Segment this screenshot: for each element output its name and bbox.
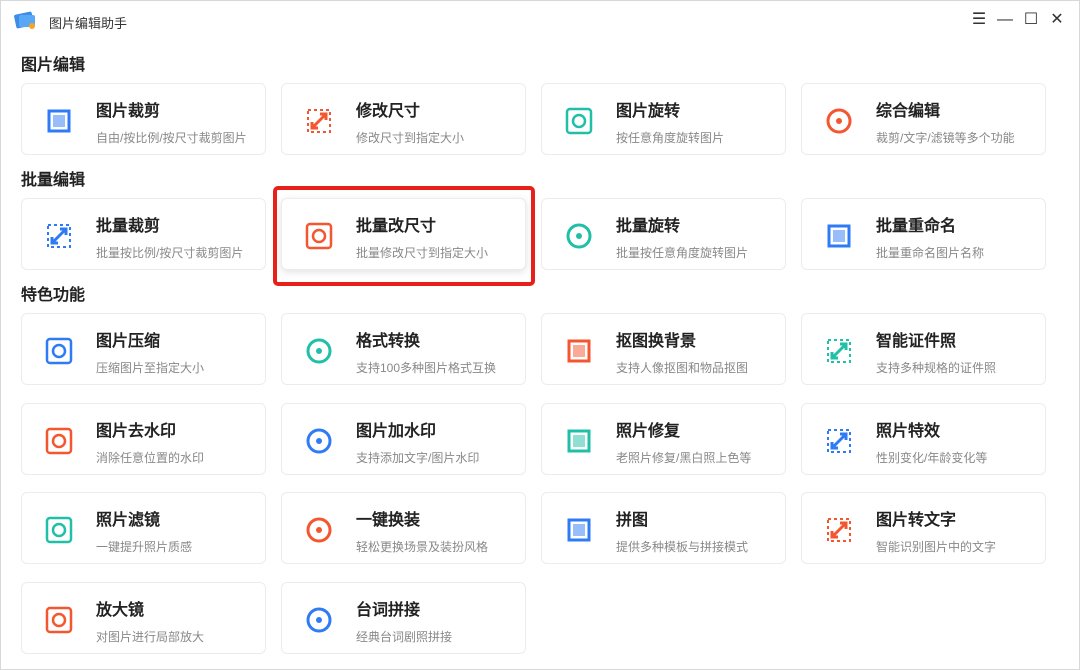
feature-desc: 批量修改尺寸到指定大小 bbox=[356, 244, 488, 261]
menu-button[interactable]: ☰ bbox=[969, 10, 989, 30]
feature-card[interactable]: 台词拼接经典台词剧照拼接 bbox=[281, 582, 526, 654]
feature-desc: 支持多种规格的证件照 bbox=[876, 359, 996, 376]
rename-icon bbox=[822, 219, 856, 253]
feature-card[interactable]: 图片旋转按任意角度旋转图片 bbox=[541, 83, 786, 155]
feature-card[interactable]: 照片特效性别变化/年龄变化等 bbox=[801, 403, 1046, 475]
feature-title: 批量裁剪 bbox=[96, 212, 160, 236]
feature-card[interactable]: 批量旋转批量按任意角度旋转图片 bbox=[541, 198, 786, 270]
feature-card[interactable]: 一键换装轻松更换场景及装扮风格 bbox=[281, 492, 526, 564]
feature-title: 照片特效 bbox=[876, 417, 940, 441]
feature-desc: 批量按比例/按尺寸裁剪图片 bbox=[96, 244, 243, 261]
feature-desc: 裁剪/文字/滤镜等多个功能 bbox=[876, 129, 1015, 146]
magic-wand-icon bbox=[562, 424, 596, 458]
feature-desc: 老照片修复/黑白照上色等 bbox=[616, 449, 751, 466]
maximize-button[interactable]: ☐ bbox=[1021, 10, 1041, 30]
feature-card[interactable]: 抠图换背景支持人像抠图和物品抠图 bbox=[541, 313, 786, 385]
feature-card[interactable]: 批量裁剪批量按比例/按尺寸裁剪图片 bbox=[21, 198, 266, 270]
feature-desc: 经典台词剧照拼接 bbox=[356, 628, 452, 645]
feature-card[interactable]: 图片加水印支持添加文字/图片水印 bbox=[281, 403, 526, 475]
feature-desc: 轻松更换场景及装扮风格 bbox=[356, 538, 488, 555]
feature-title: 台词拼接 bbox=[356, 596, 420, 620]
script-icon bbox=[302, 603, 336, 637]
title-bar: 图片编辑助手 ☰ — ☐ ✕ bbox=[1, 1, 1080, 41]
feature-desc: 批量重命名图片名称 bbox=[876, 244, 984, 261]
batch-rotate-icon bbox=[562, 219, 596, 253]
feature-title: 智能证件照 bbox=[876, 327, 956, 351]
feature-card[interactable]: 智能证件照支持多种规格的证件照 bbox=[801, 313, 1046, 385]
feature-title: 图片加水印 bbox=[356, 417, 436, 441]
feature-card[interactable]: 图片压缩压缩图片至指定大小 bbox=[21, 313, 266, 385]
feature-desc: 自由/按比例/按尺寸裁剪图片 bbox=[96, 129, 247, 146]
remove-watermark-icon bbox=[42, 424, 76, 458]
feature-desc: 一键提升照片质感 bbox=[96, 538, 192, 555]
rotate-icon bbox=[562, 104, 596, 138]
feature-card[interactable]: 照片滤镜一键提升照片质感 bbox=[21, 492, 266, 564]
feature-title: 抠图换背景 bbox=[616, 327, 696, 351]
close-button[interactable]: ✕ bbox=[1047, 10, 1067, 30]
id-photo-icon bbox=[822, 334, 856, 368]
feature-card[interactable]: 放大镜对图片进行局部放大 bbox=[21, 582, 266, 654]
feature-title: 照片修复 bbox=[616, 417, 680, 441]
batch-resize-icon bbox=[302, 219, 336, 253]
section-title: 批量编辑 bbox=[21, 166, 85, 190]
feature-desc: 支持100多种图片格式互换 bbox=[356, 359, 496, 376]
feature-title: 批量改尺寸 bbox=[356, 212, 436, 236]
compress-icon bbox=[42, 334, 76, 368]
feature-title: 图片旋转 bbox=[616, 97, 680, 121]
section-title: 特色功能 bbox=[21, 281, 85, 305]
shapes-icon bbox=[822, 104, 856, 138]
feature-desc: 对图片进行局部放大 bbox=[96, 628, 204, 645]
resize-icon bbox=[302, 104, 336, 138]
feature-desc: 消除任意位置的水印 bbox=[96, 449, 204, 466]
crop-icon bbox=[42, 104, 76, 138]
feature-desc: 智能识别图片中的文字 bbox=[876, 538, 996, 555]
feature-title: 批量重命名 bbox=[876, 212, 956, 236]
feature-title: 一键换装 bbox=[356, 506, 420, 530]
magnifier-icon bbox=[42, 603, 76, 637]
feature-desc: 性别变化/年龄变化等 bbox=[876, 449, 987, 466]
feature-title: 图片压缩 bbox=[96, 327, 160, 351]
app-title: 图片编辑助手 bbox=[49, 13, 127, 32]
collage-icon bbox=[562, 513, 596, 547]
feature-title: 批量旋转 bbox=[616, 212, 680, 236]
feature-card[interactable]: 拼图提供多种模板与拼接模式 bbox=[541, 492, 786, 564]
feature-title: 照片滤镜 bbox=[96, 506, 160, 530]
feature-card[interactable]: 图片去水印消除任意位置的水印 bbox=[21, 403, 266, 475]
feature-title: 综合编辑 bbox=[876, 97, 940, 121]
feature-card[interactable]: 批量改尺寸批量修改尺寸到指定大小 bbox=[281, 198, 526, 270]
ocr-icon bbox=[822, 513, 856, 547]
feature-card[interactable]: 图片裁剪自由/按比例/按尺寸裁剪图片 bbox=[21, 83, 266, 155]
image-effect-icon bbox=[822, 424, 856, 458]
stamp-icon bbox=[302, 424, 336, 458]
eraser-icon bbox=[562, 334, 596, 368]
feature-desc: 提供多种模板与拼接模式 bbox=[616, 538, 748, 555]
feature-card[interactable]: 修改尺寸修改尺寸到指定大小 bbox=[281, 83, 526, 155]
feature-title: 修改尺寸 bbox=[356, 97, 420, 121]
feature-card[interactable]: 批量重命名批量重命名图片名称 bbox=[801, 198, 1046, 270]
feature-card[interactable]: 照片修复老照片修复/黑白照上色等 bbox=[541, 403, 786, 475]
minimize-button[interactable]: — bbox=[995, 10, 1015, 30]
tshirt-icon bbox=[302, 513, 336, 547]
convert-icon bbox=[302, 334, 336, 368]
batch-crop-icon bbox=[42, 219, 76, 253]
feature-title: 图片去水印 bbox=[96, 417, 176, 441]
feature-card[interactable]: 格式转换支持100多种图片格式互换 bbox=[281, 313, 526, 385]
feature-desc: 支持人像抠图和物品抠图 bbox=[616, 359, 748, 376]
feature-title: 图片转文字 bbox=[876, 506, 956, 530]
feature-desc: 修改尺寸到指定大小 bbox=[356, 129, 464, 146]
filter-icon bbox=[42, 513, 76, 547]
feature-title: 图片裁剪 bbox=[96, 97, 160, 121]
feature-card[interactable]: 综合编辑裁剪/文字/滤镜等多个功能 bbox=[801, 83, 1046, 155]
feature-desc: 批量按任意角度旋转图片 bbox=[616, 244, 748, 261]
feature-desc: 按任意角度旋转图片 bbox=[616, 129, 724, 146]
app-logo-icon bbox=[14, 10, 38, 30]
feature-title: 格式转换 bbox=[356, 327, 420, 351]
section-title: 图片编辑 bbox=[21, 51, 85, 75]
feature-desc: 压缩图片至指定大小 bbox=[96, 359, 204, 376]
feature-card[interactable]: 图片转文字智能识别图片中的文字 bbox=[801, 492, 1046, 564]
feature-title: 拼图 bbox=[616, 506, 648, 530]
feature-title: 放大镜 bbox=[96, 596, 144, 620]
feature-desc: 支持添加文字/图片水印 bbox=[356, 449, 479, 466]
